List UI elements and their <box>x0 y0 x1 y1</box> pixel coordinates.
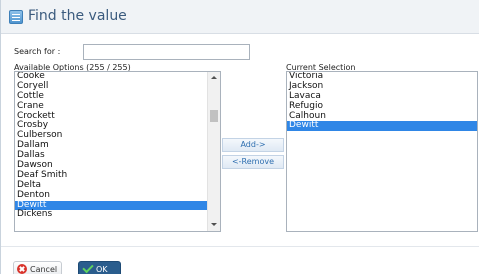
search-label: Search for : <box>14 47 61 56</box>
find-value-dialog: Find the value Search for : Available Op… <box>0 0 479 274</box>
list-icon <box>9 10 23 24</box>
ok-button[interactable]: OK <box>78 261 121 274</box>
add-button[interactable]: Add-> <box>222 138 284 152</box>
scroll-thumb[interactable] <box>210 110 218 122</box>
remove-button[interactable]: <-Remove <box>222 155 284 169</box>
available-option-item[interactable]: Deaf Smith <box>15 170 207 181</box>
cancel-icon <box>17 264 27 274</box>
current-selection-items: Victoria Jackson Lavaca Refugio Calhoun Dewit… <box>287 72 477 132</box>
available-options-items: Cooke Coryell Cottle Crane Crockett Crosby Cul… <box>15 72 207 220</box>
current-selection-list[interactable]: Victoria Jackson Lavaca Refugio Calhoun Dewit… <box>286 71 478 232</box>
dialog-footer: Cancel OK <box>1 246 479 274</box>
available-options-scrollbar[interactable] <box>207 72 220 231</box>
dialog-title: Find the value <box>28 8 127 24</box>
current-selection-item[interactable]: Dewitt <box>287 121 477 132</box>
search-input[interactable] <box>83 44 250 60</box>
available-option-item[interactable]: Dickens <box>15 210 207 220</box>
cancel-button-label: Cancel <box>30 264 58 274</box>
check-icon <box>82 261 94 274</box>
ok-button-label: OK <box>96 264 108 274</box>
dialog-header: Find the value <box>1 0 479 34</box>
available-options-list[interactable]: Cooke Coryell Cottle Crane Crockett Crosby Cul… <box>14 71 221 232</box>
cancel-button[interactable]: Cancel <box>13 261 63 274</box>
scroll-up-icon[interactable] <box>208 72 220 84</box>
scroll-down-icon[interactable] <box>208 219 220 231</box>
